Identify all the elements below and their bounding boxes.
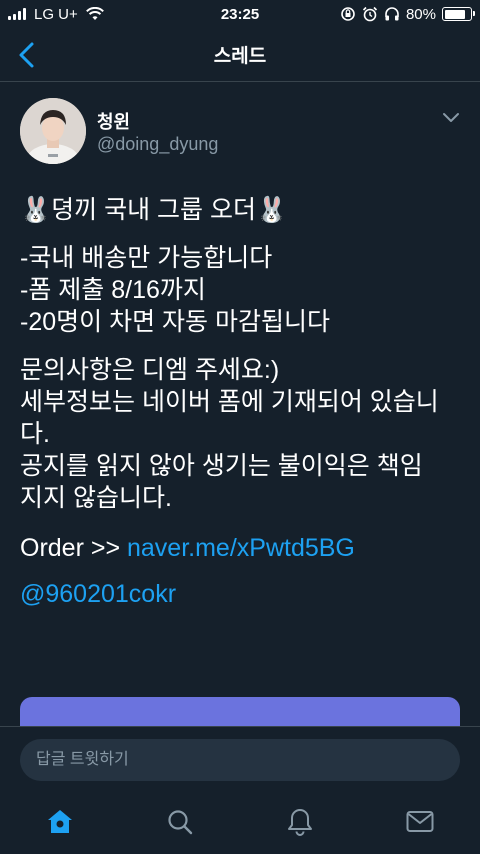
tab-notifications[interactable] [270, 797, 330, 847]
status-right: 80% [340, 5, 475, 23]
tweet-line: 🐰뎡끼 국내 그룹 오더🐰 [20, 196, 288, 224]
home-icon [48, 810, 72, 833]
reply-input[interactable]: 답글 트윗하기 [20, 739, 460, 781]
order-prefix: Order >> [20, 534, 127, 562]
tweet-line: 지지 않습니다. [20, 484, 172, 512]
order-link[interactable]: naver.me/xPwtd5BG [127, 534, 355, 562]
tweet-line: 문의사항은 디엠 주세요:) [20, 356, 280, 384]
tweet: 청윈 @doing_dyung 🐰뎡끼 국내 그룹 오더🐰 -국내 배송만 가능… [0, 82, 480, 610]
author-name[interactable]: 청윈 [97, 108, 130, 134]
tab-home[interactable] [30, 797, 90, 847]
messages-icon [406, 811, 434, 832]
alarm-icon [362, 6, 378, 22]
status-left: LG U+ [8, 6, 104, 23]
author-handle[interactable]: @doing_dyung [97, 134, 218, 155]
chevron-down-icon[interactable] [442, 112, 460, 124]
tab-bar [0, 794, 480, 854]
signal-icon [8, 8, 26, 20]
tweet-author-row: 청윈 @doing_dyung [0, 82, 480, 178]
mention-link[interactable]: @960201cokr [20, 578, 460, 610]
tweet-line: -국내 배송만 가능합니다 [20, 244, 273, 272]
tweet-line: 다. [20, 420, 50, 448]
order-line: Order >> naver.me/xPwtd5BG [20, 532, 460, 564]
page-title: 스레드 [213, 46, 267, 67]
tab-search[interactable] [150, 797, 210, 847]
search-icon [168, 810, 193, 835]
tab-messages[interactable] [390, 797, 450, 847]
rotation-lock-icon [341, 7, 355, 21]
notifications-icon [288, 809, 312, 836]
reply-bar: 답글 트윗하기 [0, 726, 480, 794]
tweet-text: 🐰뎡끼 국내 그룹 오더🐰 -국내 배송만 가능합니다 -폼 제출 8/16까지… [0, 194, 480, 610]
carrier-label: LG U+ [34, 5, 78, 23]
battery-icon [442, 7, 475, 21]
chevron-left-icon[interactable] [14, 40, 42, 70]
status-bar: LG U+ 23:25 80% [0, 0, 480, 28]
headphones-icon [385, 7, 399, 21]
thread-header: 스레드 [0, 28, 480, 82]
avatar-image [20, 98, 86, 164]
tweet-line: 공지를 읽지 않아 생기는 불이익은 책임 [20, 452, 423, 480]
battery-percent: 80% [405, 5, 436, 23]
tweet-line: -20명이 차면 자동 마감됩니다 [20, 308, 330, 336]
battery-level [444, 9, 465, 19]
avatar[interactable] [20, 98, 86, 164]
tweet-line: 세부정보는 네이버 폼에 기재되어 있습니 [20, 388, 439, 416]
tweet-line: -폼 제출 8/16까지 [20, 276, 206, 304]
wifi-icon [85, 7, 104, 20]
